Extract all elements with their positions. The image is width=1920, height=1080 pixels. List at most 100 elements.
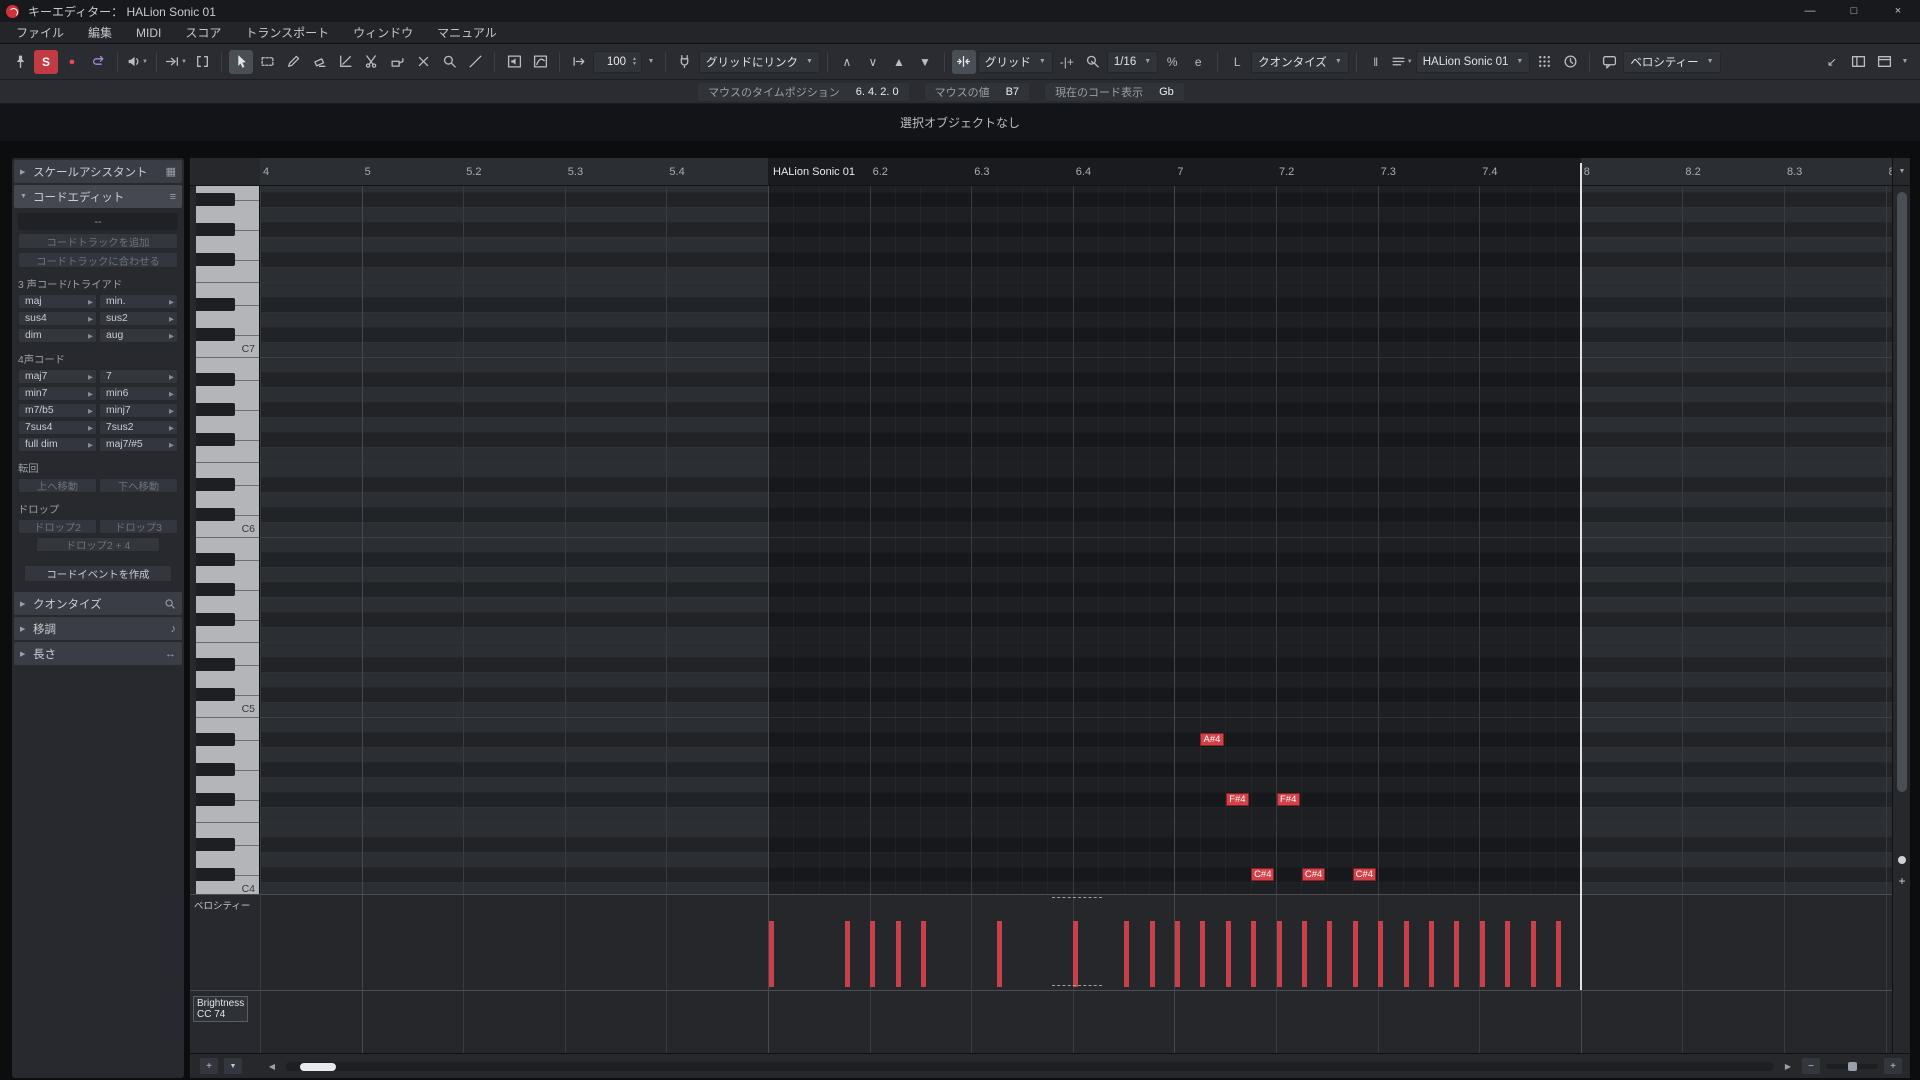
horizontal-scrollbar-thumb[interactable] (300, 1063, 336, 1071)
piano-key-black[interactable] (196, 328, 235, 341)
record-in-editor-button[interactable]: ● (60, 50, 84, 74)
create-chord-event-button[interactable]: コードイベントを作成 (24, 565, 172, 582)
piano-key-black[interactable] (196, 868, 235, 881)
piano-key-black[interactable] (196, 583, 235, 596)
velocity-bar[interactable] (1556, 921, 1561, 987)
midi-note[interactable]: A#4 (1200, 733, 1223, 746)
info-chip-2[interactable]: 現在のコード表示Gb (1045, 83, 1184, 101)
vzoom-in-button[interactable]: + (1893, 874, 1911, 888)
toolbar-options-button[interactable]: ▼ (1898, 50, 1912, 74)
menu-item-1[interactable]: 編集 (76, 24, 124, 41)
insert-velocity-stepper[interactable]: 100▲▼ (593, 51, 642, 73)
piano-key-black[interactable] (196, 298, 235, 311)
event-colors-dropdown[interactable]: ベロシティー▼ (1623, 51, 1720, 73)
piano-key-black[interactable] (196, 223, 235, 236)
velocity-bar[interactable] (1531, 921, 1536, 987)
midi-note[interactable]: C#4 (1302, 868, 1325, 881)
chord-button--[interactable]: 上へ移動 (18, 478, 97, 493)
add-controller-lane-button[interactable]: + (200, 1058, 218, 1074)
open-quantize-panel-button[interactable]: e (1186, 50, 1210, 74)
chord-button-min7[interactable]: min7▶ (18, 386, 97, 401)
velocity-bar[interactable] (1480, 921, 1485, 987)
link-to-grid-dropdown[interactable]: グリッドにリンク▼ (699, 51, 820, 73)
vertical-scrollbar[interactable]: ▼ + (1892, 158, 1910, 1053)
velocity-bar[interactable] (1302, 921, 1307, 987)
independent-track-loop-button[interactable] (1558, 50, 1582, 74)
hzoom-in-button[interactable]: + (1884, 1058, 1902, 1074)
pin-editor-icon[interactable] (8, 50, 32, 74)
menu-item-0[interactable]: ファイル (4, 24, 76, 41)
solo-editor-button[interactable]: S (34, 50, 58, 74)
cc-lane-label[interactable]: Brightness CC 74 (190, 990, 260, 1053)
cc-lane[interactable] (260, 990, 1892, 1053)
add-chord-track-button[interactable]: コードトラックを追加 (18, 233, 178, 249)
piano-key-black[interactable] (196, 373, 235, 386)
controller-lane-preset-button[interactable]: ▼ (224, 1058, 242, 1074)
section-quantize[interactable]: ▶ クオンタイズ (14, 592, 182, 615)
move-up-button[interactable]: ∧ (835, 50, 859, 74)
transpose-down-button[interactable]: ▼ (913, 50, 937, 74)
velocity-bar[interactable] (1200, 921, 1205, 987)
piano-key-black[interactable] (196, 793, 235, 806)
note-expression-button[interactable] (1532, 50, 1556, 74)
chord-button-sus2[interactable]: sus2▶ (99, 311, 178, 326)
chord-button-minj7[interactable]: minj7▶ (99, 403, 178, 418)
velocity-bar[interactable] (1251, 921, 1256, 987)
section-transpose[interactable]: ▶ 移調 ♪ (14, 617, 182, 640)
vertical-scrollbar-thumb[interactable] (1897, 192, 1907, 792)
chord-button--3[interactable]: ドロップ3 (99, 519, 178, 534)
snap-type-icon[interactable]: -|+ (1055, 50, 1079, 74)
piano-key-black[interactable] (196, 613, 235, 626)
piano-key-black[interactable] (196, 658, 235, 671)
chord-button-dim[interactable]: dim▶ (18, 328, 97, 343)
menu-item-6[interactable]: マニュアル (425, 24, 509, 41)
chord-button-full-dim[interactable]: full dim▶ (18, 437, 97, 452)
window-layout-button[interactable] (1872, 50, 1896, 74)
scroll-right-button[interactable]: ▶ (1780, 1059, 1796, 1073)
menu-item-4[interactable]: トランスポート (233, 24, 341, 41)
midi-input-button[interactable] (673, 50, 697, 74)
hzoom-slider-thumb[interactable] (1848, 1062, 1857, 1071)
vzoom-handle[interactable] (1898, 856, 1906, 864)
autoscroll-button[interactable]: ▼ (164, 50, 188, 74)
scroll-left-button[interactable]: ◀ (264, 1059, 280, 1073)
chord-button-maj[interactable]: maj▶ (18, 294, 97, 309)
piano-key-black[interactable] (196, 763, 235, 776)
length-quantize-icon[interactable]: L (1225, 50, 1249, 74)
minimize-button[interactable]: — (1788, 0, 1832, 22)
midi-note[interactable]: F#4 (1277, 793, 1300, 806)
maximize-button[interactable]: □ (1832, 0, 1876, 22)
close-button[interactable]: × (1876, 0, 1920, 22)
menu-item-5[interactable]: ウィンドウ (341, 24, 425, 41)
velocity-bar[interactable] (1226, 921, 1231, 987)
velocity-bar[interactable] (1277, 921, 1282, 987)
menu-item-3[interactable]: スコア (173, 24, 233, 41)
ruler-options-button[interactable]: ▼ (1893, 158, 1911, 186)
chord-button-aug[interactable]: aug▶ (99, 328, 178, 343)
piano-key-black[interactable] (196, 478, 235, 491)
note-grid[interactable]: A#4F#4C#4F#4C#4C#4 (260, 186, 1892, 894)
playhead[interactable] (1580, 163, 1582, 990)
snap-on-off-button[interactable] (952, 50, 976, 74)
midi-note[interactable]: C#4 (1353, 868, 1376, 881)
part-selector-dropdown[interactable]: HALion Sonic 01▼ (1416, 51, 1531, 73)
piano-key-black[interactable] (196, 253, 235, 266)
trim-tool[interactable] (333, 50, 357, 74)
step-input-button[interactable] (567, 50, 591, 74)
quantize-icon[interactable] (1081, 50, 1105, 74)
iterative-quantize-icon[interactable]: % (1160, 50, 1184, 74)
grid-type-dropdown[interactable]: グリッド▼ (978, 51, 1053, 73)
velocity-bar[interactable] (1073, 921, 1078, 987)
glue-tool[interactable] (385, 50, 409, 74)
chord-button-sus4[interactable]: sus4▶ (18, 311, 97, 326)
midi-note[interactable]: F#4 (1226, 793, 1249, 806)
piano-keyboard[interactable]: C4C5C6C7 (196, 186, 260, 894)
piano-key-black[interactable] (196, 553, 235, 566)
chord-button-maj7-5[interactable]: maj7/#5▶ (99, 437, 178, 452)
info-chip-1[interactable]: マウスの値B7 (925, 83, 1029, 101)
piano-key-black[interactable] (196, 688, 235, 701)
show-transpositions-button[interactable] (528, 50, 552, 74)
chord-button-min6[interactable]: min6▶ (99, 386, 178, 401)
event-colors-icon[interactable] (1597, 50, 1621, 74)
timeline-ruler[interactable]: 455.25.35.46.26.36.477.27.37.488.28.38.4… (260, 158, 1892, 186)
